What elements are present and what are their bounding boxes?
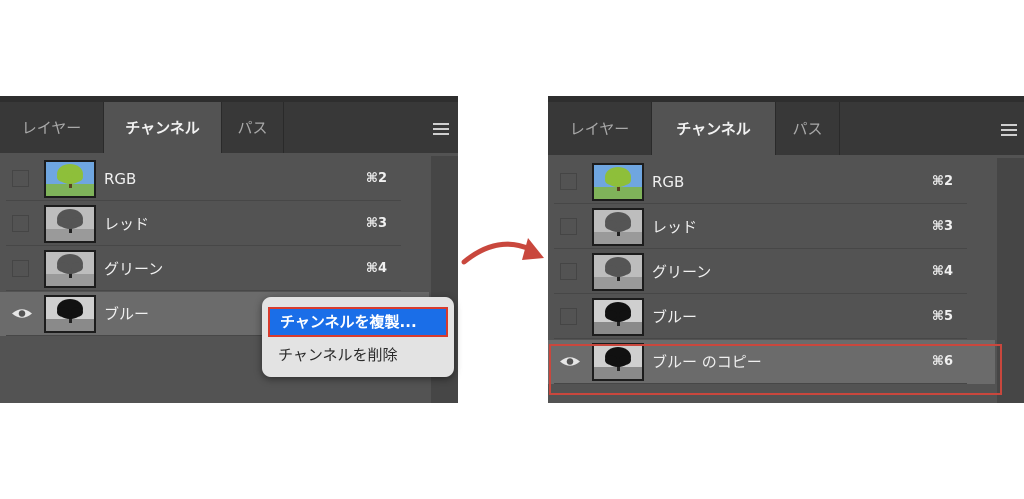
visibility-toggle[interactable] <box>12 170 29 187</box>
new-channel-highlight <box>549 344 1002 395</box>
visibility-toggle[interactable] <box>560 308 577 325</box>
tab-channels[interactable]: チャンネル <box>104 102 222 153</box>
channel-shortcut: ⌘2 <box>365 171 387 186</box>
visibility-toggle[interactable] <box>12 215 29 232</box>
row-divider <box>554 338 967 339</box>
tab-paths[interactable]: パス <box>222 102 284 153</box>
visibility-toggle[interactable] <box>560 263 577 280</box>
row-divider <box>554 293 967 294</box>
tab-bar: レイヤー チャンネル パス <box>0 96 458 153</box>
channel-name: グリーン <box>104 260 164 278</box>
visibility-toggle[interactable] <box>560 218 577 235</box>
channel-thumbnail <box>44 295 96 333</box>
menu-item-duplicate-channel[interactable]: チャンネルを複製... <box>268 307 448 337</box>
channel-name: レッド <box>104 215 150 233</box>
row-divider <box>6 245 401 246</box>
menu-item-delete-channel[interactable]: チャンネルを削除 <box>268 340 448 370</box>
channel-row[interactable]: ブルー ⌘5 <box>548 295 995 339</box>
tab-paths[interactable]: パス <box>776 102 840 155</box>
channel-name: RGB <box>104 170 137 188</box>
channel-thumbnail <box>592 298 644 336</box>
channel-name: グリーン <box>652 263 712 281</box>
row-divider <box>6 290 401 291</box>
channel-thumbnail <box>44 250 96 288</box>
tab-layers[interactable]: レイヤー <box>0 102 104 153</box>
channel-thumbnail <box>592 163 644 201</box>
arrow-right-icon <box>461 238 544 265</box>
channel-row[interactable]: グリーン ⌘4 <box>0 247 429 291</box>
row-divider <box>6 200 401 201</box>
channel-row[interactable]: RGB ⌘2 <box>548 160 995 204</box>
channel-shortcut: ⌘4 <box>365 261 387 276</box>
channel-thumbnail <box>592 208 644 246</box>
panel-menu-icon[interactable] <box>433 123 449 135</box>
panel-menu-icon[interactable] <box>1001 124 1017 136</box>
eye-icon[interactable] <box>11 306 33 321</box>
tab-bar: レイヤー チャンネル パス <box>548 96 1024 155</box>
row-divider <box>554 248 967 249</box>
visibility-toggle[interactable] <box>560 173 577 190</box>
channel-name: ブルー <box>104 305 150 323</box>
channel-shortcut: ⌘3 <box>931 219 953 234</box>
channel-row[interactable]: グリーン ⌘4 <box>548 250 995 294</box>
channel-name: RGB <box>652 173 685 191</box>
channel-thumbnail <box>44 160 96 198</box>
tab-channels[interactable]: チャンネル <box>652 102 776 155</box>
channel-thumbnail <box>592 253 644 291</box>
row-divider <box>554 203 967 204</box>
channel-shortcut: ⌘2 <box>931 174 953 189</box>
visibility-toggle[interactable] <box>12 260 29 277</box>
channel-shortcut: ⌘3 <box>365 216 387 231</box>
channel-name: レッド <box>652 218 698 236</box>
channel-name: ブルー <box>652 308 698 326</box>
channel-shortcut: ⌘4 <box>931 264 953 279</box>
channel-thumbnail <box>44 205 96 243</box>
channel-shortcut: ⌘5 <box>931 309 953 324</box>
channel-row[interactable]: RGB ⌘2 <box>0 157 429 201</box>
tab-layers[interactable]: レイヤー <box>548 102 652 155</box>
channel-row[interactable]: レッド ⌘3 <box>0 202 429 246</box>
context-menu: チャンネルを複製... チャンネルを削除 <box>262 297 454 377</box>
channel-row[interactable]: レッド ⌘3 <box>548 205 995 249</box>
